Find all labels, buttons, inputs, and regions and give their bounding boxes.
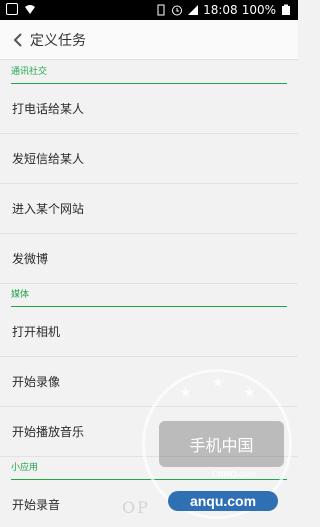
list-item-record-video[interactable]: 开始录像 bbox=[0, 357, 298, 407]
battery-percent: 100% bbox=[241, 3, 276, 17]
list-item-weibo[interactable]: 发微博 bbox=[0, 234, 298, 284]
section-header-apps: 小应用 bbox=[0, 457, 298, 480]
page-title: 定义任务 bbox=[30, 33, 86, 49]
signal-icon bbox=[187, 4, 199, 16]
section-header-media: 媒体 bbox=[0, 284, 298, 307]
title-bar: 定义任务 bbox=[0, 20, 298, 60]
list-item-website[interactable]: 进入某个网站 bbox=[0, 184, 298, 234]
screenshot-notification-icon bbox=[6, 3, 18, 15]
alarm-icon bbox=[171, 4, 183, 16]
status-bar: 18:08 100% bbox=[0, 0, 298, 20]
list-item-camera[interactable]: 打开相机 bbox=[0, 307, 298, 357]
list-item-play-music[interactable]: 开始播放音乐 bbox=[0, 407, 298, 457]
section-header-social: 通讯社交 bbox=[0, 61, 298, 84]
list-item-sms[interactable]: 发短信给某人 bbox=[0, 134, 298, 184]
task-list: 通讯社交 打电话给某人 发短信给某人 进入某个网站 发微博 媒体 打开相机 开始… bbox=[0, 61, 298, 527]
back-arrow-icon[interactable] bbox=[8, 28, 28, 52]
status-time: 18:08 bbox=[203, 3, 238, 17]
vibrate-icon bbox=[155, 4, 167, 16]
wifi-icon bbox=[24, 3, 36, 15]
list-item-record-audio[interactable]: 开始录音 bbox=[0, 480, 298, 527]
list-item-call[interactable]: 打电话给某人 bbox=[0, 84, 298, 134]
battery-icon bbox=[280, 4, 292, 16]
